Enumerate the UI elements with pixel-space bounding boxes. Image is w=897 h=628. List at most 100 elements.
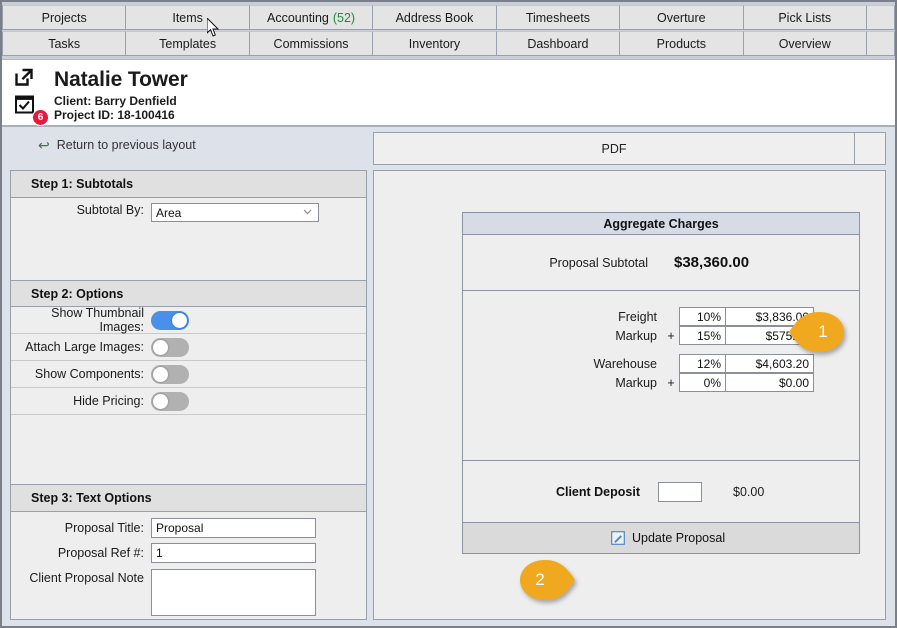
tab-templates[interactable]: Templates — [126, 31, 250, 56]
option-label: Attach Large Images: — [25, 340, 144, 354]
tab-label: Overture — [657, 10, 706, 25]
tab-commissions[interactable]: Commissions — [249, 31, 374, 56]
option-label: Show Thumbnail Images: — [51, 306, 144, 334]
charge-percent-input[interactable]: 15% — [679, 326, 726, 345]
update-proposal-button[interactable]: Update Proposal — [611, 531, 725, 545]
tab-count-badge: (52) — [332, 10, 356, 25]
return-to-previous-layout-link[interactable]: ↩ Return to previous layout — [38, 138, 196, 152]
tab-pdf[interactable]: PDF — [373, 132, 855, 165]
toggle-knob — [153, 393, 168, 409]
tab-label: Overview — [778, 36, 831, 51]
tab-inventory[interactable]: Inventory — [373, 31, 497, 56]
step2-filler — [11, 415, 366, 485]
tab-label: Commissions — [273, 36, 349, 51]
tab-products[interactable]: Products — [620, 31, 744, 56]
page-title: Natalie Tower — [54, 68, 188, 91]
pdf-tab-end-button[interactable] — [855, 132, 886, 165]
callout-number: 1 — [818, 322, 828, 341]
options-left-panel: Step 1: Subtotals Subtotal By: Area Step… — [10, 170, 367, 620]
toggle-knob — [172, 312, 187, 328]
tab-pick-lists[interactable]: Pick Lists — [743, 5, 867, 30]
tab-address-book[interactable]: Address Book — [373, 5, 497, 30]
charge-percent-input[interactable]: 0% — [679, 373, 726, 392]
aggregate-charges-box: Aggregate Charges Proposal Subtotal $38,… — [462, 212, 860, 554]
project-client: Client: Barry Denfield — [54, 94, 177, 108]
option-label: Show Components: — [34, 367, 144, 381]
project-meta: Client: Barry Denfield Project ID: 18-10… — [54, 94, 177, 122]
charge-operator: + — [667, 328, 675, 343]
back-arrow-icon: ↩ — [38, 137, 50, 153]
proposal-ref-row: Proposal Ref #: 1 — [11, 540, 366, 566]
proposal-ref-label: Proposal Ref #: — [57, 546, 144, 560]
pdf-tab-row: PDF — [373, 132, 886, 165]
tab-timesheets[interactable]: Timesheets — [496, 5, 621, 30]
charge-amount-input[interactable]: $4,603.20 — [726, 354, 814, 373]
client-deposit-label: Client Deposit — [555, 484, 640, 499]
subtotal-by-row: Subtotal By: Area — [11, 198, 366, 253]
callout-marker-1: 1 — [788, 310, 846, 354]
option-row-show-components: Show Components: — [11, 361, 366, 388]
tab-overture[interactable]: Overture — [620, 5, 744, 30]
charge-row-warehouse: Warehouse 12% $4,603.20 — [463, 354, 859, 373]
tab-overview[interactable]: Overview — [743, 31, 867, 56]
tab-tasks[interactable]: Tasks — [2, 31, 127, 56]
subtotal-by-value: Area — [156, 205, 182, 220]
toggle-knob — [153, 339, 168, 355]
tab-projects[interactable]: Projects — [2, 5, 127, 30]
charge-percent-input[interactable]: 10% — [679, 307, 726, 326]
toggle-attach-large-images[interactable] — [151, 337, 189, 357]
charge-label: Warehouse — [593, 356, 657, 371]
proposal-ref-input[interactable]: 1 — [151, 543, 316, 563]
tab-label: Dashboard — [527, 36, 589, 51]
update-proposal-label: Update Proposal — [632, 531, 726, 545]
client-proposal-note-label: Client Proposal Note — [29, 571, 144, 585]
client-proposal-note-row: Client Proposal Note — [11, 566, 366, 619]
application-window: Projects Items Accounting (52) Address Bo… — [0, 0, 897, 628]
tab-label: Templates — [159, 36, 217, 51]
external-link-icon[interactable] — [14, 67, 34, 87]
callout-marker-2: 2 — [518, 558, 576, 602]
tab-accounting[interactable]: Accounting (52) — [249, 5, 374, 30]
tab-pdf-label: PDF — [601, 141, 627, 156]
client-deposit-input[interactable] — [658, 481, 702, 502]
step2-heading: Step 2: Options — [11, 280, 366, 307]
tab-label: Accounting — [267, 10, 329, 25]
client-deposit-value: $0.00 — [733, 484, 765, 499]
edit-pencil-icon — [611, 531, 625, 545]
step3-heading: Step 3: Text Options — [11, 485, 366, 512]
project-id: Project ID: 18-100416 — [54, 108, 175, 122]
tabbar-end-spacer-bottom — [866, 31, 895, 56]
subtotal-by-select[interactable]: Area — [151, 203, 319, 222]
option-label: Hide Pricing: — [73, 394, 144, 408]
charge-row-warehouse-markup: Markup + 0% $0.00 — [463, 373, 859, 392]
proposal-title-input[interactable]: Proposal — [151, 518, 316, 538]
bottom-edge-gutter — [2, 620, 895, 626]
update-proposal-bar: Update Proposal — [463, 523, 859, 553]
client-proposal-note-textarea[interactable] — [151, 569, 316, 616]
tab-label: Timesheets — [525, 10, 590, 25]
project-header: 6 Natalie Tower Client: Barry Denfield P… — [2, 59, 895, 127]
charge-percent-input[interactable]: 12% — [679, 354, 726, 373]
tabbar-row-1: Projects Items Accounting (52) Address Bo… — [2, 5, 895, 30]
charge-amount-input[interactable]: $0.00 — [726, 373, 814, 392]
proposal-subtotal-value: $38,360.00 — [674, 254, 750, 271]
toggle-knob — [153, 366, 168, 382]
tab-label: Pick Lists — [778, 10, 832, 25]
proposal-title-row: Proposal Title: Proposal — [11, 512, 366, 540]
tabbar-end-spacer-top — [866, 5, 895, 30]
toggle-hide-pricing[interactable] — [151, 391, 189, 411]
step1-heading: Step 1: Subtotals — [11, 171, 366, 198]
toggle-show-components[interactable] — [151, 364, 189, 384]
tab-label: Tasks — [48, 36, 81, 51]
tab-items[interactable]: Items — [126, 5, 250, 30]
tab-label: Products — [656, 36, 706, 51]
notification-badge[interactable]: 6 — [32, 109, 49, 126]
tab-label: Projects — [41, 10, 87, 25]
tab-dashboard[interactable]: Dashboard — [496, 31, 621, 56]
option-row-show-thumbnail-images: Show Thumbnail Images: — [11, 306, 366, 334]
chevron-down-icon — [303, 209, 312, 215]
proposal-preview-panel: Aggregate Charges Proposal Subtotal $38,… — [373, 170, 886, 620]
toggle-show-thumbnail-images[interactable] — [151, 310, 189, 330]
charge-label: Freight — [618, 309, 657, 324]
step1-filler — [11, 253, 366, 280]
